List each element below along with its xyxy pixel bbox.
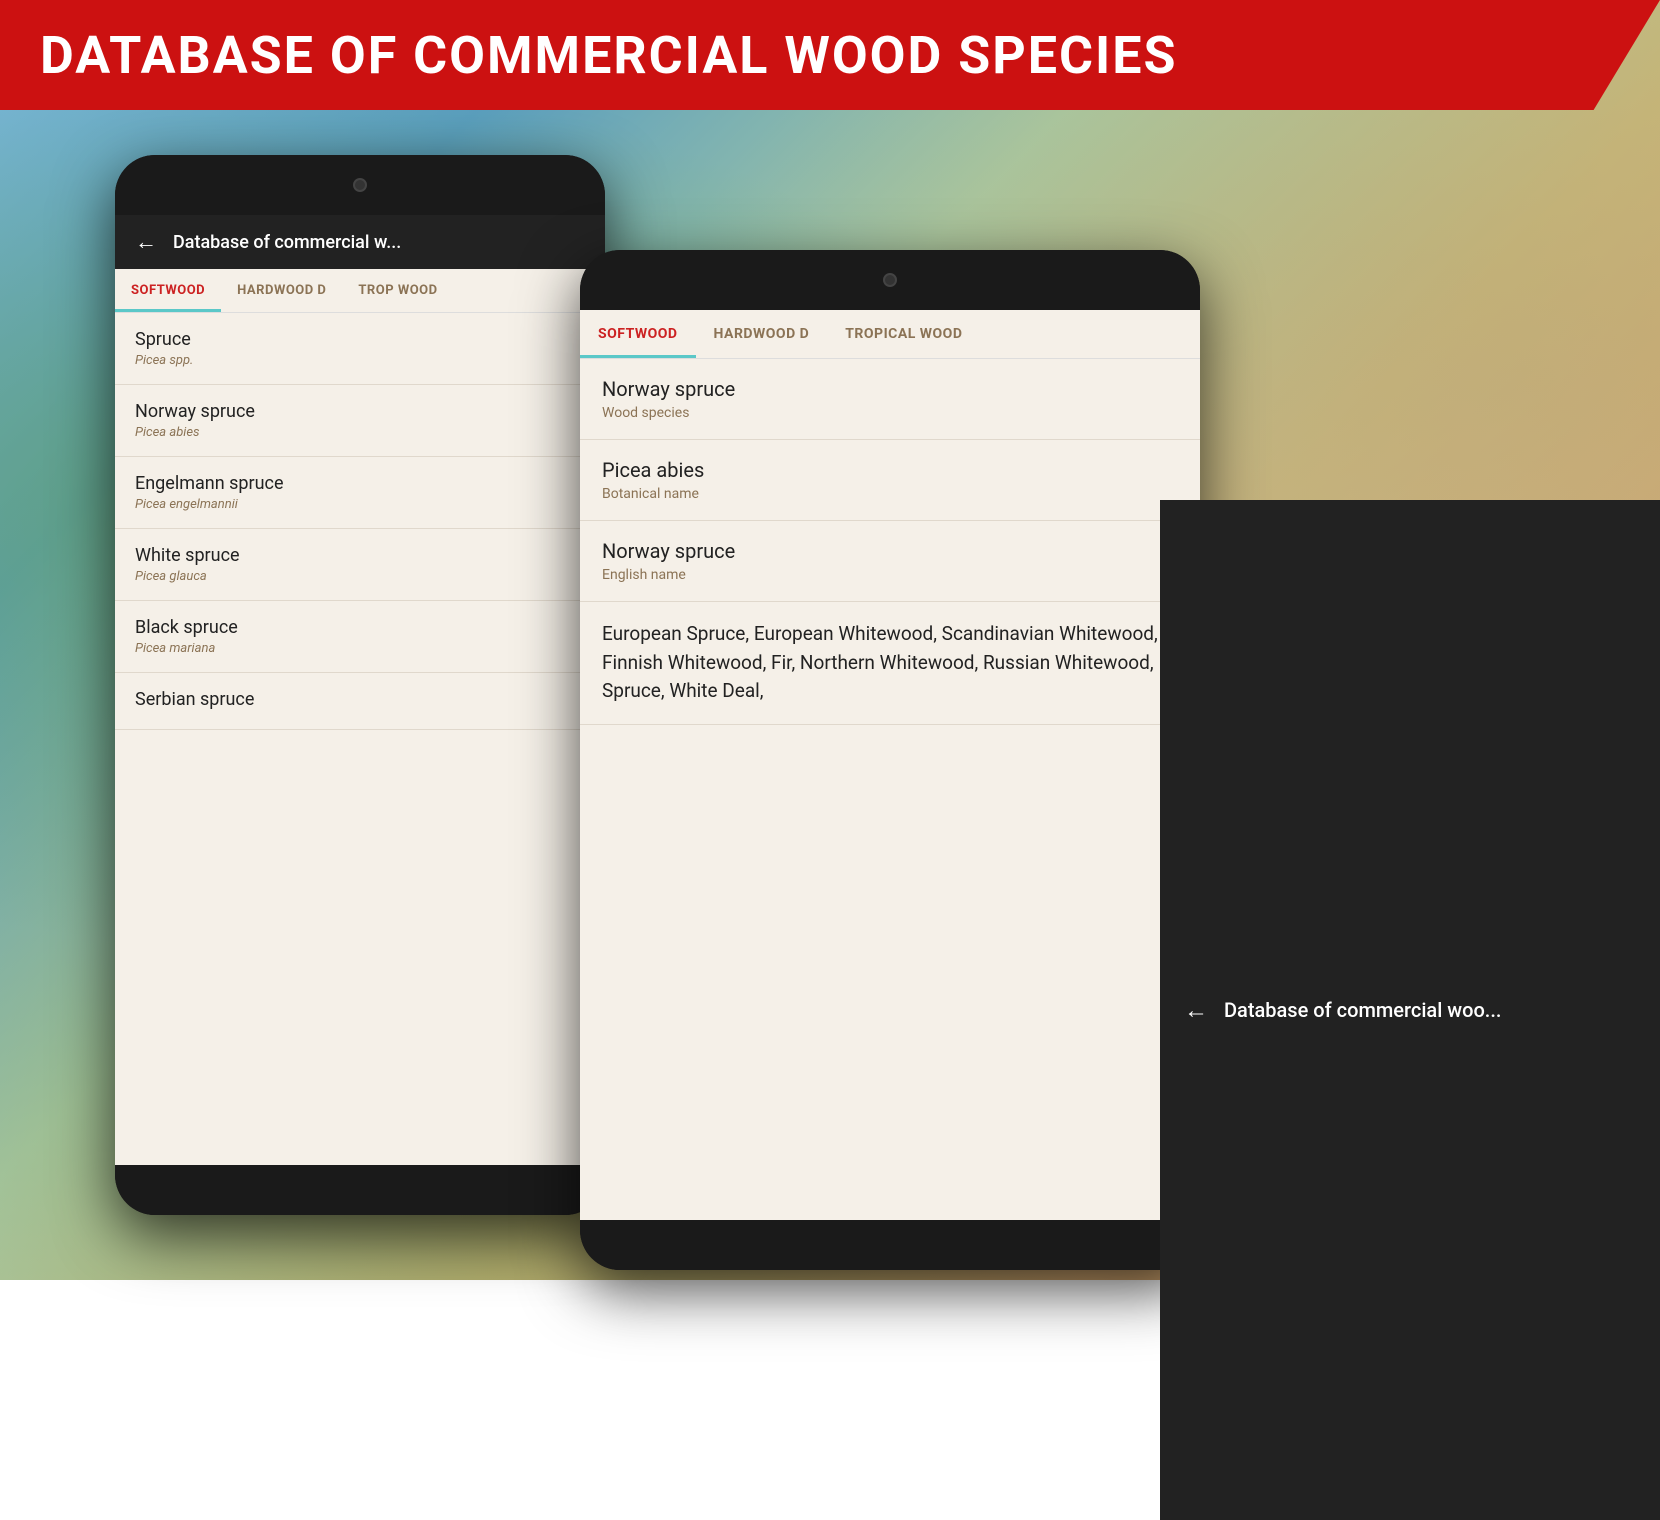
- phone-right-bottom-bar: [580, 1220, 1200, 1270]
- detail-item-label: Wood species: [602, 405, 1178, 421]
- list-item[interactable]: Black spruce Picea mariana: [115, 601, 605, 673]
- tab-softwood-right[interactable]: SOFTWOOD: [580, 310, 696, 358]
- phone-left-screen: ← Database of commercial w... SOFTWOOD H…: [115, 215, 605, 1165]
- detail-item-title: Norway spruce: [602, 377, 1178, 401]
- list-item[interactable]: Norway spruce Picea abies: [115, 385, 605, 457]
- item-title: Serbian spruce: [135, 689, 585, 710]
- phone-left-body: ← Database of commercial w... SOFTWOOD H…: [115, 155, 605, 1215]
- banner: DATABASE OF COMMERCIAL WOOD SPECIES: [0, 0, 1660, 110]
- phone-right-tabs: SOFTWOOD HARDWOOD D TROPICAL WOOD: [580, 310, 1200, 359]
- item-title: White spruce: [135, 545, 585, 566]
- phone-right-camera: [883, 273, 897, 287]
- item-title: Spruce: [135, 329, 585, 350]
- detail-item-label: Botanical name: [602, 486, 1178, 502]
- phone-right-screen: ← Database of commercial woo... SOFTWOOD…: [580, 310, 1200, 1220]
- tab-tropical-left[interactable]: TROP WOOD: [342, 269, 453, 312]
- phone-right-top-bar: [580, 250, 1200, 310]
- tab-hardwood-left[interactable]: HARDWOOD D: [221, 269, 342, 312]
- list-item[interactable]: Serbian spruce: [115, 673, 605, 730]
- item-subtitle: Picea mariana: [135, 641, 585, 656]
- tab-tropical-right[interactable]: TROPICAL WOOD: [827, 310, 980, 358]
- banner-title: DATABASE OF COMMERCIAL WOOD SPECIES: [40, 25, 1178, 86]
- item-title: Norway spruce: [135, 401, 585, 422]
- phone-left-back-button[interactable]: ←: [135, 229, 157, 255]
- item-subtitle: Picea engelmannii: [135, 497, 585, 512]
- phone-left-toolbar: ← Database of commercial w...: [115, 215, 605, 269]
- list-item[interactable]: Engelmann spruce Picea engelmannii: [115, 457, 605, 529]
- detail-item-synonyms[interactable]: European Spruce, European Whitewood, Sca…: [580, 602, 1200, 725]
- list-item[interactable]: White spruce Picea glauca: [115, 529, 605, 601]
- detail-item-label: English name: [602, 567, 1178, 583]
- phone-left-bottom-bar: [115, 1165, 605, 1215]
- item-subtitle: Picea glauca: [135, 569, 585, 584]
- detail-item-title: Norway spruce: [602, 539, 1178, 563]
- detail-item-botanical-name[interactable]: Picea abies Botanical name: [580, 440, 1200, 521]
- phone-right-toolbar: ← Database of commercial woo...: [1160, 500, 1200, 1220]
- phone-left-tabs: SOFTWOOD HARDWOOD D TROP WOOD: [115, 269, 605, 313]
- synonyms-text: European Spruce, European Whitewood, Sca…: [602, 620, 1178, 706]
- phone-left-camera: [353, 178, 367, 192]
- detail-item-title: Picea abies: [602, 458, 1178, 482]
- phone-left-top-bar: [115, 155, 605, 215]
- tab-softwood-left[interactable]: SOFTWOOD: [115, 269, 221, 312]
- phone-left-toolbar-title: Database of commercial w...: [173, 232, 401, 253]
- item-subtitle: Picea spp.: [135, 353, 585, 368]
- item-subtitle: Picea abies: [135, 425, 585, 440]
- tab-hardwood-right[interactable]: HARDWOOD D: [696, 310, 828, 358]
- phone-right-body: ← Database of commercial woo... SOFTWOOD…: [580, 250, 1200, 1270]
- phone-right: ← Database of commercial woo... SOFTWOOD…: [580, 250, 1200, 1270]
- item-title: Engelmann spruce: [135, 473, 585, 494]
- detail-item-english-name[interactable]: Norway spruce English name: [580, 521, 1200, 602]
- list-item[interactable]: Spruce Picea spp.: [115, 313, 605, 385]
- phone-left: ← Database of commercial w... SOFTWOOD H…: [115, 155, 605, 1215]
- detail-item-wood-species[interactable]: Norway spruce Wood species: [580, 359, 1200, 440]
- item-title: Black spruce: [135, 617, 585, 638]
- phone-right-back-button[interactable]: ←: [1184, 996, 1200, 1025]
